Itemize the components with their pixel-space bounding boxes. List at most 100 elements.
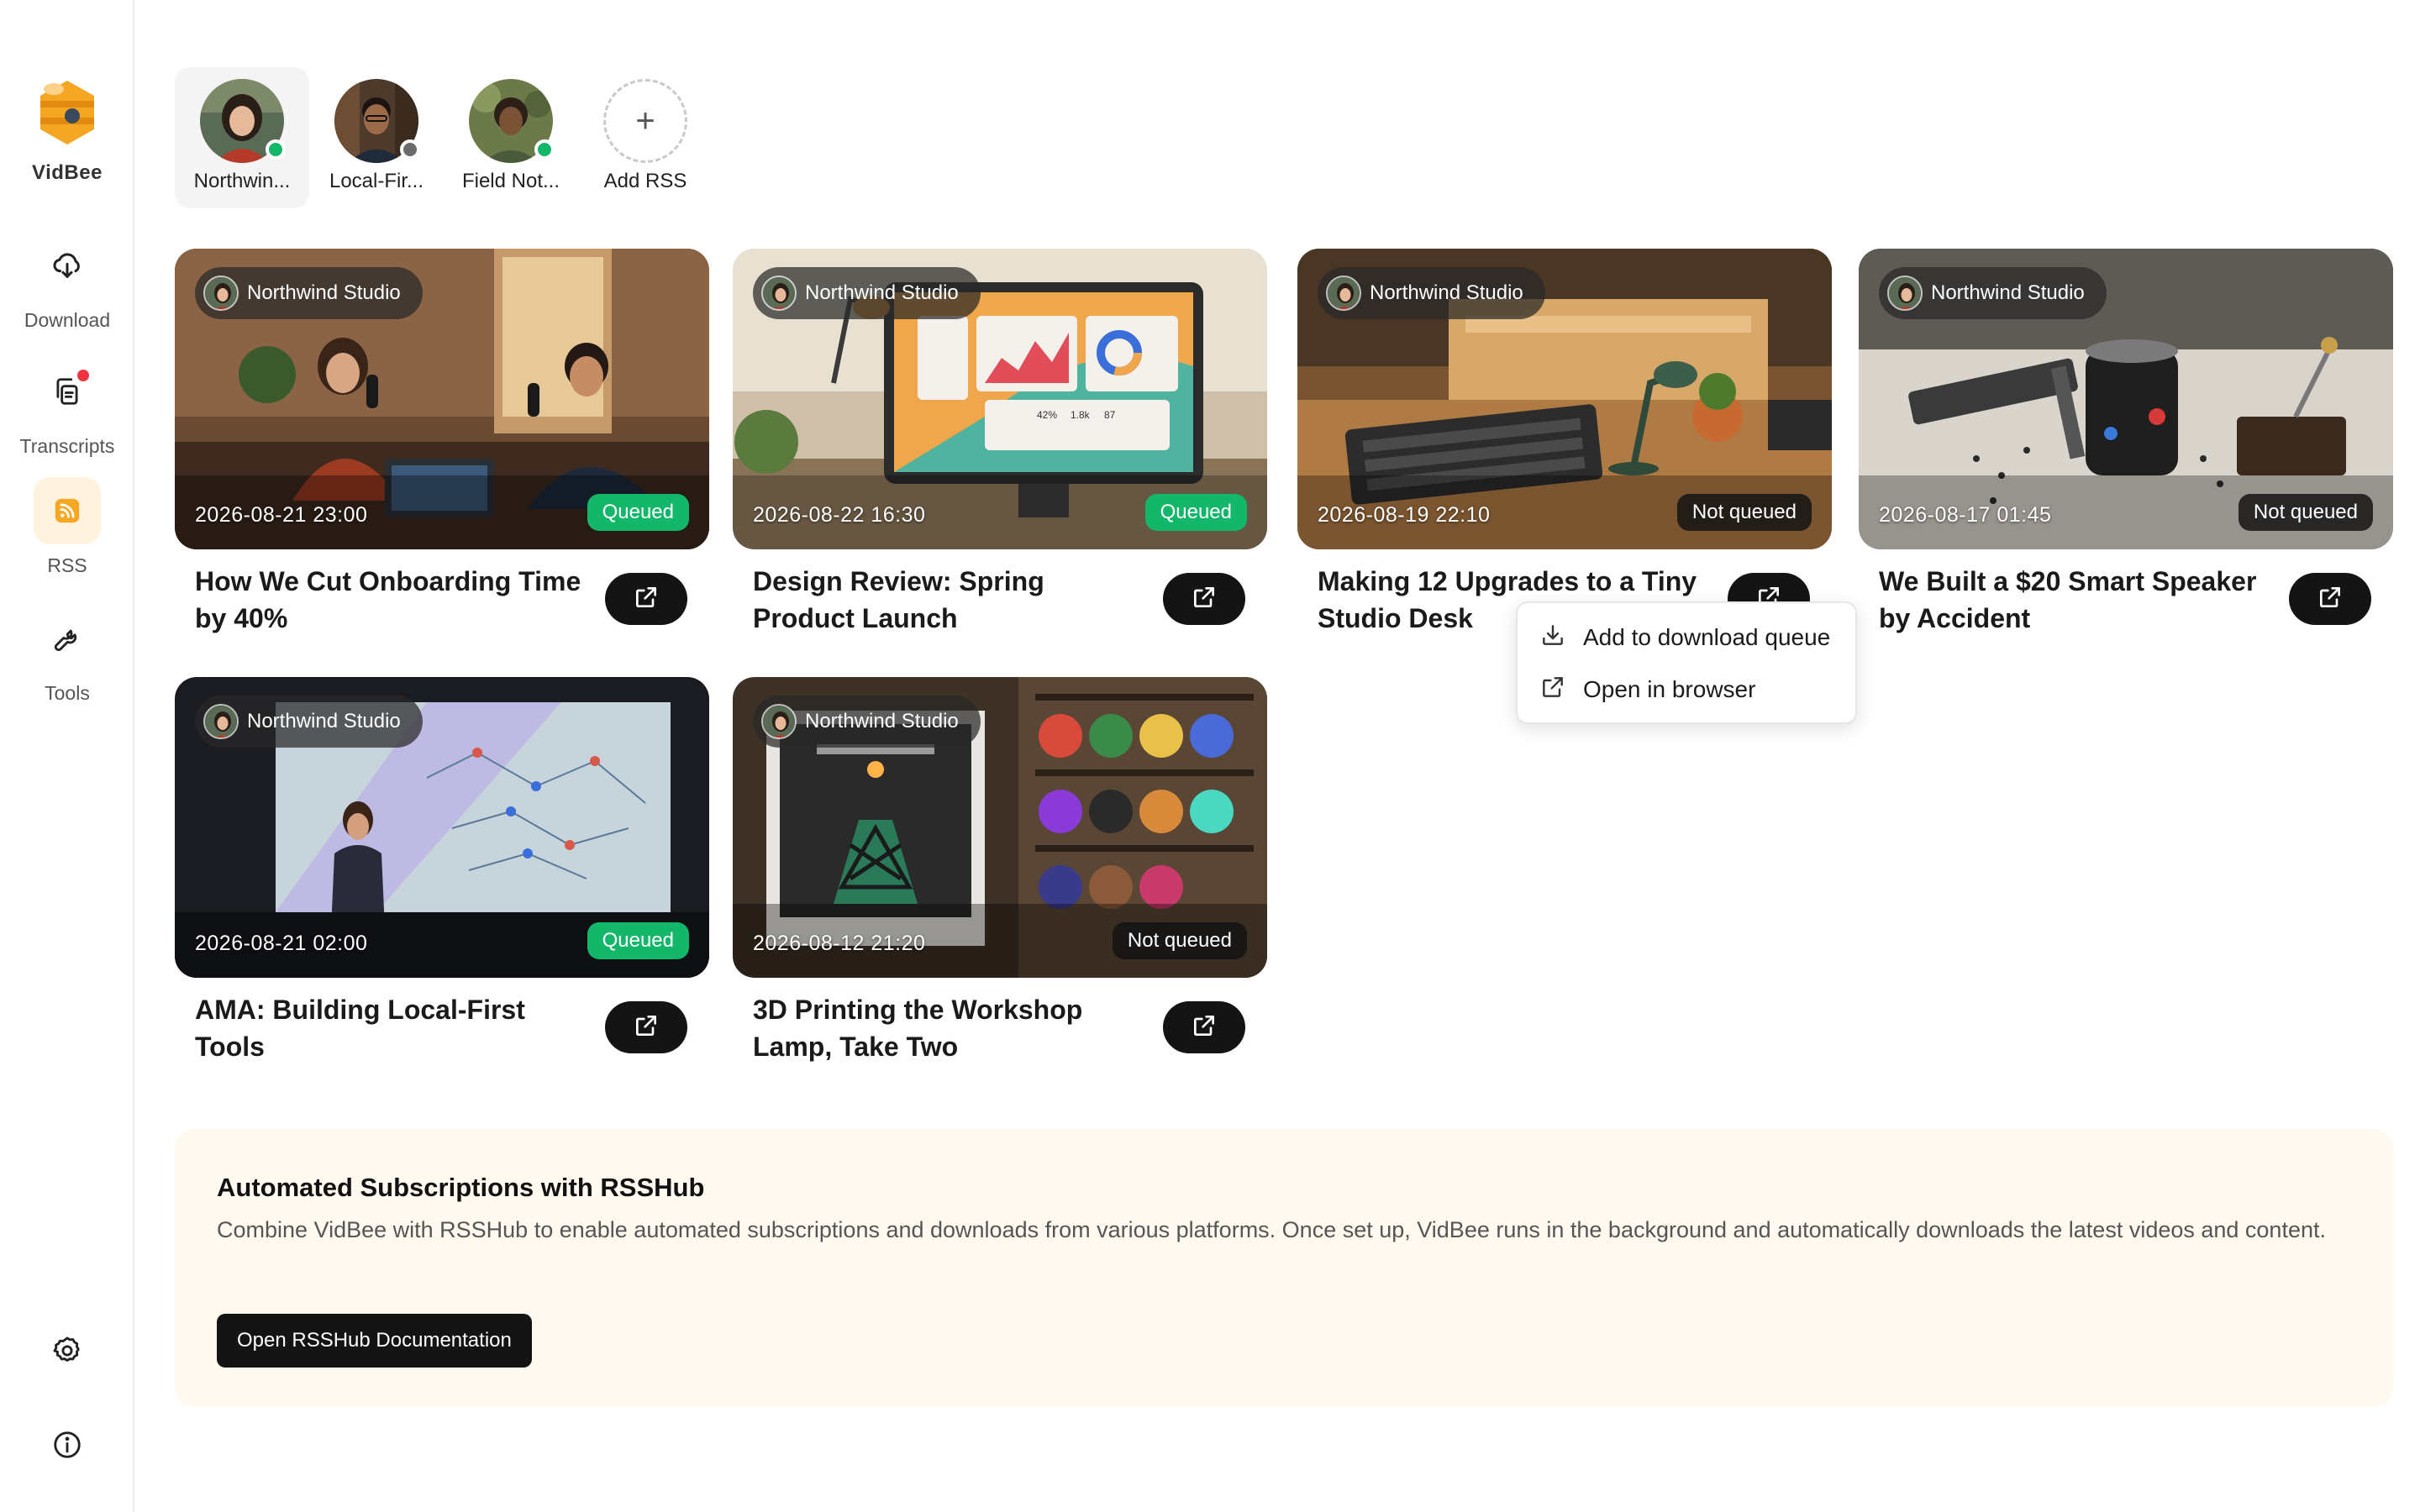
- thumb-text: 87: [1104, 409, 1116, 421]
- settings-gear-icon[interactable]: [34, 1317, 101, 1384]
- channel-name: Northwind Studio: [1370, 281, 1523, 304]
- add-rss-button[interactable]: + Add RSS: [578, 67, 713, 208]
- app-name: VidBee: [32, 161, 103, 184]
- channel-name: Northwind Studio: [805, 281, 959, 304]
- video-thumbnail[interactable]: Northwind Studio 2026-08-12 21:20 Not qu…: [733, 677, 1267, 978]
- context-menu: Add to download queue Open in browser: [1516, 601, 1857, 724]
- nav-tools-label: Tools: [45, 682, 90, 704]
- subscription-label: Northwin...: [193, 170, 291, 192]
- external-link-icon: [2317, 584, 2344, 615]
- subscription-label: Field Not...: [461, 170, 560, 192]
- wrench-icon: [34, 605, 101, 672]
- channel-name: Northwind Studio: [247, 710, 401, 732]
- vidbee-logo-icon: [32, 77, 103, 148]
- channel-pill: Northwind Studio: [753, 696, 981, 748]
- sidebar: VidBee Download Transcripts RSS Tools: [0, 0, 134, 1512]
- video-date: 2026-08-12 21:20: [753, 932, 926, 955]
- video-thumbnail[interactable]: Northwind Studio 2026-08-19 22:10 Not qu…: [1297, 249, 1832, 549]
- info-icon[interactable]: [34, 1411, 101, 1478]
- nav-transcripts-label: Transcripts: [19, 435, 115, 457]
- cloud-download-icon: [34, 232, 101, 299]
- rsshub-info-panel: Automated Subscriptions with RSSHub Comb…: [175, 1129, 2393, 1406]
- menu-item-label: Add to download queue: [1583, 624, 1831, 650]
- subscription-northwind[interactable]: Northwin...: [175, 67, 309, 208]
- video-title: Design Review: Spring Product Launch: [753, 566, 1044, 633]
- subscription-field-notes[interactable]: Field Not...: [444, 67, 578, 208]
- channel-name: Northwind Studio: [247, 281, 401, 304]
- online-status-dot: [266, 139, 286, 160]
- rss-icon: [34, 477, 101, 544]
- external-link-icon: [633, 584, 660, 615]
- channel-avatar: [761, 704, 797, 739]
- video-thumbnail[interactable]: Northwind Studio 2026-08-17 01:45 Not qu…: [1859, 249, 2393, 549]
- external-link-icon: [1191, 1012, 1218, 1043]
- video-card[interactable]: Northwind Studio 2026-08-21 23:00 Queued…: [175, 249, 709, 643]
- channel-pill: Northwind Studio: [753, 267, 981, 319]
- notification-dot: [77, 370, 89, 381]
- channel-avatar: [1326, 276, 1361, 311]
- channel-avatar: [203, 276, 239, 311]
- avatar: [334, 79, 420, 163]
- queue-status-badge: Not queued: [1112, 922, 1247, 959]
- plus-icon: +: [603, 79, 687, 163]
- video-title: AMA: Building Local-First Tools: [195, 995, 525, 1062]
- add-rss-label: Add RSS: [603, 170, 687, 192]
- avatar: [469, 79, 555, 163]
- channel-name: Northwind Studio: [805, 710, 959, 732]
- queue-status-badge: Queued: [1144, 494, 1247, 531]
- avatar: [200, 79, 286, 163]
- channel-pill: Northwind Studio: [1318, 267, 1545, 319]
- queue-status-badge: Queued: [587, 922, 689, 959]
- video-card[interactable]: Northwind Studio 2026-08-21 02:00 Queued…: [175, 677, 709, 1072]
- video-title: We Built a $20 Smart Speaker by Accident: [1879, 566, 2257, 633]
- thumb-text: 1.8k: [1071, 409, 1091, 421]
- video-title: 3D Printing the Workshop Lamp, Take Two: [753, 995, 1083, 1062]
- open-menu-button[interactable]: [2289, 573, 2371, 625]
- open-rsshub-docs-button[interactable]: Open RSSHub Documentation: [217, 1314, 532, 1368]
- channel-avatar: [1887, 276, 1923, 311]
- open-menu-button[interactable]: [1163, 573, 1245, 625]
- video-thumbnail[interactable]: 42% 1.8k 87 Northwind Studio 2026-08-22 …: [733, 249, 1267, 549]
- video-card[interactable]: Northwind Studio 2026-08-12 21:20 Not qu…: [733, 677, 1267, 1072]
- download-tray-icon: [1539, 622, 1583, 654]
- video-date: 2026-08-21 23:00: [195, 503, 368, 527]
- nav-tools[interactable]: Tools: [0, 605, 134, 705]
- video-thumbnail[interactable]: Northwind Studio 2026-08-21 02:00 Queued: [175, 677, 709, 978]
- video-card[interactable]: 42% 1.8k 87 Northwind Studio 2026-08-22 …: [733, 249, 1267, 643]
- video-title: How We Cut Onboarding Time by 40%: [195, 566, 581, 633]
- queue-status-badge: Queued: [587, 494, 689, 531]
- channel-avatar: [761, 276, 797, 311]
- video-date: 2026-08-22 16:30: [753, 503, 926, 527]
- video-date: 2026-08-17 01:45: [1879, 503, 2052, 527]
- channel-pill: Northwind Studio: [1879, 267, 2107, 319]
- nav-rss[interactable]: RSS: [0, 477, 134, 577]
- open-menu-button[interactable]: [605, 573, 687, 625]
- nav-rss-label: RSS: [47, 554, 87, 576]
- subscription-local-first[interactable]: Local-Fir...: [309, 67, 444, 208]
- rsshub-description: Combine VidBee with RSSHub to enable aut…: [217, 1217, 2326, 1242]
- channel-pill: Northwind Studio: [195, 267, 423, 319]
- video-thumbnail[interactable]: Northwind Studio 2026-08-21 23:00 Queued: [175, 249, 709, 549]
- video-card[interactable]: Northwind Studio 2026-08-19 22:10 Not qu…: [1297, 249, 1832, 643]
- nav-transcripts[interactable]: Transcripts: [0, 358, 134, 458]
- nav-download[interactable]: Download: [0, 232, 134, 332]
- channel-pill: Northwind Studio: [195, 696, 423, 748]
- video-card[interactable]: Northwind Studio 2026-08-17 01:45 Not qu…: [1859, 249, 2393, 643]
- external-link-icon: [633, 1012, 660, 1043]
- video-date: 2026-08-21 02:00: [195, 932, 368, 955]
- thumb-text: 42%: [1037, 409, 1057, 421]
- rsshub-title: Automated Subscriptions with RSSHub: [217, 1173, 705, 1202]
- menu-open-in-browser[interactable]: Open in browser: [1518, 664, 1855, 716]
- external-link-icon: [1191, 584, 1218, 615]
- external-link-icon: [1539, 674, 1583, 706]
- nav-download-label: Download: [24, 309, 111, 331]
- open-menu-button[interactable]: [1163, 1001, 1245, 1053]
- subscription-label: Local-Fir...: [329, 170, 424, 192]
- open-menu-button[interactable]: [605, 1001, 687, 1053]
- video-date: 2026-08-19 22:10: [1318, 503, 1491, 527]
- menu-add-to-download-queue[interactable]: Add to download queue: [1518, 612, 1855, 664]
- channel-avatar: [203, 704, 239, 739]
- queue-status-badge: Not queued: [2238, 494, 2373, 531]
- document-copy-icon: [34, 358, 101, 425]
- channel-name: Northwind Studio: [1931, 281, 2085, 304]
